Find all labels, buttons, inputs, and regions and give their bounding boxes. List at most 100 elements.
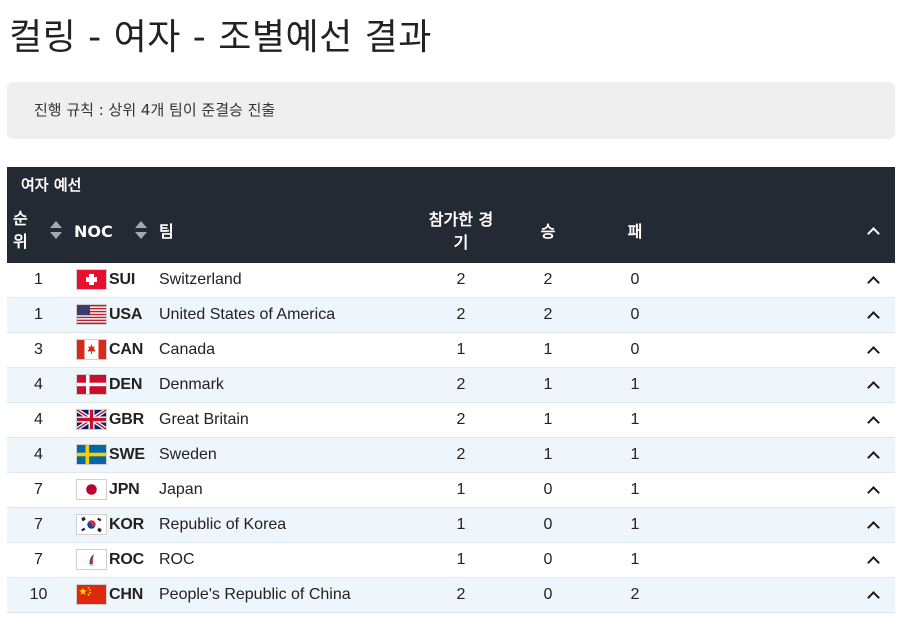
won-cell: 0 (543, 551, 553, 568)
played-cell: 2 (456, 376, 466, 393)
rank-cell: 10 (29, 586, 48, 603)
played-cell: 2 (456, 271, 466, 288)
won-cell: 1 (543, 376, 553, 393)
rank-cell: 4 (34, 376, 43, 393)
team-name: People's Republic of China (159, 586, 351, 603)
noc-code: USA (109, 306, 143, 323)
expand-row-icon[interactable] (867, 276, 880, 289)
team-name: ROC (159, 551, 195, 568)
header-noc[interactable]: NOC (74, 200, 113, 263)
played-cell: 1 (456, 551, 466, 568)
played-cell: 2 (456, 306, 466, 323)
expand-row-icon[interactable] (867, 486, 880, 499)
rank-cell: 1 (34, 271, 43, 288)
lost-cell: 1 (630, 481, 640, 498)
korea-flag (77, 515, 106, 534)
table-row[interactable]: 3 CAN Canada 1 1 0 (7, 333, 895, 368)
team-name: Great Britain (159, 411, 249, 428)
played-cell: 1 (456, 481, 466, 498)
noc-code: CHN (109, 586, 144, 603)
team-name: Japan (159, 481, 203, 498)
rank-cell: 1 (34, 306, 43, 323)
header-team: 팀 (159, 222, 174, 241)
table-row[interactable]: 7 KOR Republic of Korea 1 0 1 (7, 508, 895, 543)
expand-row-icon[interactable] (867, 416, 880, 429)
group-header: 여자 예선 (7, 167, 895, 200)
rank-cell: 7 (34, 516, 43, 533)
team-name: Sweden (159, 446, 217, 463)
noc-code: CAN (109, 341, 144, 358)
expand-row-icon[interactable] (867, 521, 880, 534)
played-cell: 2 (456, 411, 466, 428)
lost-cell: 1 (630, 516, 640, 533)
won-cell: 2 (543, 271, 553, 288)
rank-cell: 3 (34, 341, 43, 358)
table-row[interactable]: 4 DEN Denmark 2 1 1 (7, 368, 895, 403)
great-britain-flag (77, 410, 106, 429)
denmark-flag (77, 375, 106, 394)
canada-flag (77, 340, 106, 359)
team-name: United States of America (159, 306, 336, 323)
expand-row-icon[interactable] (867, 451, 880, 464)
switzerland-flag (77, 270, 106, 289)
header-rank[interactable]: 순 위 (13, 207, 33, 253)
expand-row-icon[interactable] (867, 311, 880, 324)
table-row[interactable]: 4 SWE Sweden 2 1 1 (7, 438, 895, 473)
column-header-row: 순 위 NOC 팀 참가한 경 기 승 패 (7, 200, 895, 263)
team-name: Canada (159, 341, 216, 358)
table-row[interactable]: 4 GBR Great Britain 2 1 1 (7, 403, 895, 438)
played-cell: 2 (456, 446, 466, 463)
rank-cell: 7 (34, 551, 43, 568)
won-cell: 0 (543, 586, 553, 603)
table-row[interactable]: 1 USA United States of America 2 2 0 (7, 298, 895, 333)
team-name: Denmark (159, 376, 224, 393)
won-cell: 2 (543, 306, 553, 323)
table-row[interactable]: 10 CHN People's Republic of China 2 0 2 (7, 578, 895, 613)
won-cell: 1 (543, 446, 553, 463)
lost-cell: 1 (630, 551, 640, 568)
japan-flag (77, 480, 106, 499)
rule-text: 진행 규칙 : 상위 4개 팀이 준결승 진출 (34, 101, 276, 119)
won-cell: 1 (543, 411, 553, 428)
noc-code: DEN (109, 376, 143, 393)
lost-cell: 1 (630, 411, 640, 428)
noc-code: KOR (109, 516, 144, 533)
expand-row-icon[interactable] (867, 556, 880, 569)
played-cell: 1 (456, 341, 466, 358)
noc-code: SUI (109, 271, 136, 288)
lost-cell: 1 (630, 446, 640, 463)
rank-cell: 4 (34, 411, 43, 428)
team-name: Republic of Korea (159, 516, 287, 533)
lost-cell: 2 (630, 586, 640, 603)
table-row[interactable]: 7 JPN Japan 1 0 1 (7, 473, 895, 508)
group-title: 여자 예선 (21, 176, 82, 194)
rule-notice: 진행 규칙 : 상위 4개 팀이 준결승 진출 (7, 82, 895, 139)
lost-cell: 0 (630, 306, 640, 323)
won-cell: 0 (543, 481, 553, 498)
rank-cell: 7 (34, 481, 43, 498)
table-row[interactable]: 1 SUI Switzerland 2 2 0 (7, 263, 895, 298)
collapse-all-icon[interactable] (867, 227, 880, 240)
sweden-flag (77, 445, 106, 464)
lost-cell: 0 (630, 271, 640, 288)
expand-row-icon[interactable] (867, 346, 880, 359)
lost-cell: 1 (630, 376, 640, 393)
won-cell: 1 (543, 341, 553, 358)
usa-flag (77, 305, 106, 324)
table-row[interactable]: 7 ROC ROC 1 0 1 (7, 543, 895, 578)
noc-code: JPN (109, 481, 140, 498)
header-played: 참가한 경 기 (428, 210, 494, 252)
noc-code: GBR (109, 411, 144, 428)
played-cell: 1 (456, 516, 466, 533)
team-name: Switzerland (159, 271, 242, 288)
played-cell: 2 (456, 586, 466, 603)
header-lost: 패 (627, 222, 643, 241)
sort-rank-icon[interactable] (50, 221, 62, 239)
won-cell: 0 (543, 516, 553, 533)
lost-cell: 0 (630, 341, 640, 358)
noc-code: ROC (109, 551, 144, 568)
expand-row-icon[interactable] (867, 381, 880, 394)
header-won: 승 (540, 222, 556, 241)
expand-row-icon[interactable] (867, 591, 880, 604)
sort-noc-icon[interactable] (135, 221, 147, 239)
